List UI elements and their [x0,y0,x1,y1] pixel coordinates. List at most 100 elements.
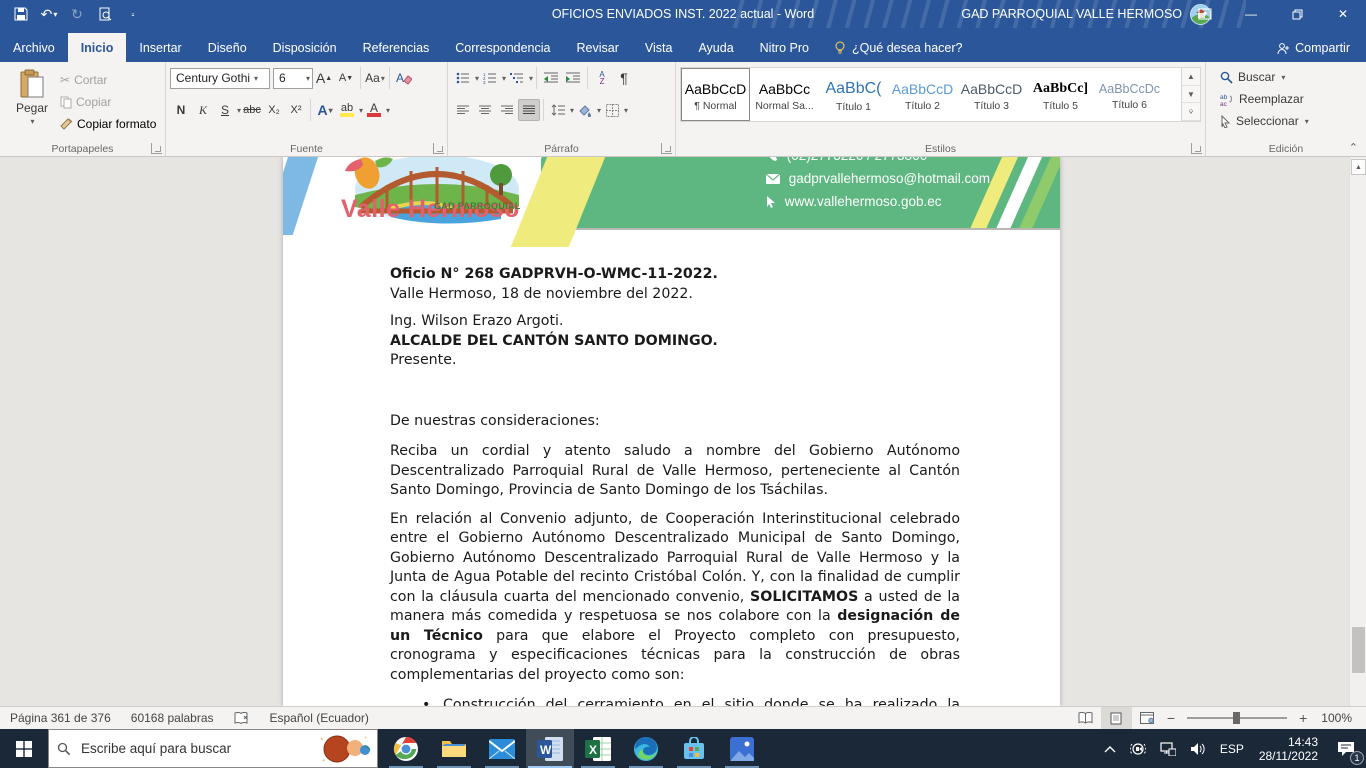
zoom-level[interactable]: 100% [1311,707,1366,729]
format-painter-button[interactable]: Copiar formato [60,115,156,133]
style-titulo-3[interactable]: AaBbCcD Título 3 [957,68,1026,121]
language-indicator[interactable]: Español (Ecuador) [260,707,379,729]
customize-qat-icon[interactable]: ⸚ [120,2,146,26]
dialog-launcher-fuente[interactable] [433,143,444,154]
clear-formatting-button[interactable]: A [393,67,415,89]
sort-button[interactable]: A Z [591,67,613,89]
tab-inicio[interactable]: Inicio [67,33,127,62]
borders-caret-icon[interactable]: ▾ [624,106,628,115]
tab-nitro-pro[interactable]: Nitro Pro [747,33,822,62]
style-normal[interactable]: AaBbCcD ¶ Normal [681,68,750,121]
styles-more-icon[interactable]: ⩒ [1182,103,1200,122]
multilevel-list-button[interactable] [506,67,528,89]
style-titulo-2[interactable]: AaBbCcD Título 2 [888,68,957,121]
style-titulo-5[interactable]: AaBbCc] Título 5 [1026,68,1095,121]
save-icon[interactable] [8,2,34,26]
vertical-scrollbar[interactable]: ▲ [1349,157,1366,706]
borders-button[interactable] [601,99,623,121]
language-indicator[interactable]: ESP [1213,729,1251,768]
font-name-combo[interactable]: Century Gothi ▾ [170,67,270,89]
web-layout-button[interactable] [1132,707,1163,729]
taskbar-explorer-icon[interactable] [430,729,478,768]
tab-revisar[interactable]: Revisar [563,33,631,62]
align-center-button[interactable] [474,99,496,121]
zoom-slider[interactable] [1187,712,1288,724]
tab-referencias[interactable]: Referencias [350,33,443,62]
increase-indent-button[interactable] [562,67,584,89]
multilevel-caret-icon[interactable]: ▾ [529,74,533,83]
styles-scroll-up-icon[interactable]: ▲ [1182,68,1200,86]
meet-now-icon[interactable] [1123,729,1153,768]
paste-caret-icon[interactable]: ▾ [30,117,34,126]
taskbar-store-icon[interactable] [670,729,718,768]
share-button[interactable]: Compartir [1261,33,1366,62]
taskbar-excel-icon[interactable]: X [574,729,622,768]
copy-button[interactable]: Copiar [60,93,156,111]
document-page[interactable]: (02)2773226 / 2773866 gadprvallehermoso@… [283,157,1060,706]
dialog-launcher-portapapeles[interactable] [151,143,162,154]
ribbon-display-options-icon[interactable] [1182,0,1228,28]
justify-button[interactable] [518,99,540,121]
line-spacing-button[interactable] [547,99,569,121]
minimize-icon[interactable]: — [1228,0,1274,28]
style-titulo-6[interactable]: AaBbCcDc Título 6 [1095,68,1164,121]
font-color-button[interactable]: A [363,99,385,121]
scrollbar-thumb[interactable] [1352,627,1365,673]
print-layout-button[interactable] [1100,707,1132,729]
clock[interactable]: 14:43 28/11/2022 [1251,735,1326,763]
shading-button[interactable] [574,99,596,121]
tab-correspondencia[interactable]: Correspondencia [442,33,563,62]
print-preview-icon[interactable] [92,2,118,26]
taskbar-photos-icon[interactable] [718,729,766,768]
zoom-in-button[interactable]: + [1295,710,1311,726]
taskbar-edge-icon[interactable] [622,729,670,768]
start-button[interactable] [0,729,48,768]
font-size-combo[interactable]: 6 ▾ [273,67,313,89]
network-icon[interactable] [1153,729,1183,768]
taskbar-chrome-icon[interactable] [382,729,430,768]
tab-archivo[interactable]: Archivo [0,33,68,62]
strikethrough-button[interactable]: abc [241,99,263,121]
volume-icon[interactable] [1183,729,1213,768]
tab-disposicion[interactable]: Disposición [260,33,350,62]
align-right-button[interactable] [496,99,518,121]
tab-diseno[interactable]: Diseño [195,33,260,62]
tab-vista[interactable]: Vista [632,33,686,62]
scroll-up-icon[interactable]: ▲ [1351,159,1366,175]
select-button[interactable]: Seleccionar ▾ [1220,111,1362,131]
bold-button[interactable]: N [170,99,192,121]
read-mode-button[interactable] [1070,707,1101,729]
redo-icon[interactable]: ↻ [64,2,90,26]
taskbar-mail-icon[interactable] [478,729,526,768]
tab-ayuda[interactable]: Ayuda [685,33,746,62]
style-normal-sa[interactable]: AaBbCc Normal Sa... [750,68,819,121]
zoom-slider-thumb[interactable] [1233,712,1241,724]
font-color-caret-icon[interactable]: ▾ [386,106,390,115]
text-effects-button[interactable]: A ▾ [314,99,336,121]
underline-button[interactable]: S [214,99,236,121]
italic-button[interactable]: K [192,99,214,121]
show-marks-button[interactable]: ¶ [613,67,635,89]
action-center-icon[interactable]: 1 [1326,729,1366,768]
proofing-status[interactable] [224,707,260,729]
styles-scroll-down-icon[interactable]: ▼ [1182,85,1200,104]
zoom-out-button[interactable]: − [1163,710,1179,726]
shrink-font-button[interactable]: A ▼ [335,67,357,89]
tab-insertar[interactable]: Insertar [126,33,194,62]
paste-button[interactable]: Pegar ▾ [4,65,60,140]
taskbar-search[interactable]: Escribe aquí para buscar [48,729,378,768]
account-area[interactable]: GAD PARROQUIAL VALLE HERMOSO [961,0,1211,28]
tray-chevron-icon[interactable] [1097,729,1123,768]
grow-font-button[interactable]: A ▲ [313,67,335,89]
align-left-button[interactable] [452,99,474,121]
cut-button[interactable]: ✂ Cortar [60,71,156,89]
taskbar-word-icon[interactable]: W [526,729,574,768]
superscript-button[interactable]: X² [285,99,307,121]
collapse-ribbon-icon[interactable]: ⌃ [1349,141,1358,154]
word-count[interactable]: 60168 palabras [121,707,224,729]
replace-button[interactable]: ab ac Reemplazar [1220,89,1362,109]
number-list-button[interactable]: 123 [479,67,501,89]
subscript-button[interactable]: X₂ [263,99,285,121]
highlight-button[interactable]: ab [336,99,358,121]
letter-body[interactable]: Oficio N° 268 GADPRVH-O-WMC-11-2022. Val… [390,265,960,706]
